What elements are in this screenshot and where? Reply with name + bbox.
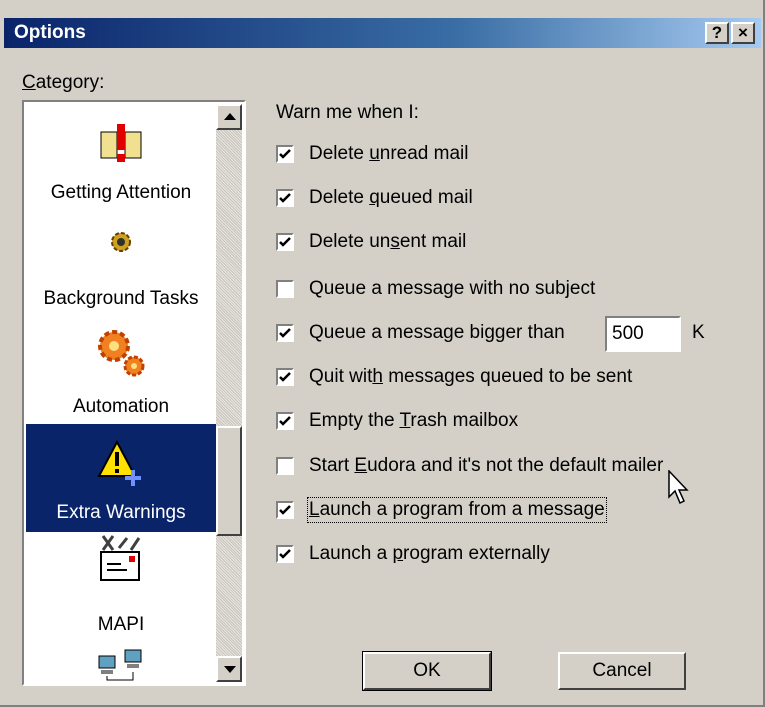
warning-icon: [97, 440, 141, 486]
checkbox[interactable]: [276, 233, 294, 251]
size-limit-input[interactable]: [605, 316, 681, 352]
automation-gears-icon: [98, 330, 145, 377]
options-dialog: Options ? × Category: Getting Attention: [0, 0, 765, 707]
checkbox[interactable]: [276, 324, 294, 342]
category-list[interactable]: Getting Attention Background Tasks Autom: [22, 100, 246, 686]
ok-button[interactable]: OK: [362, 651, 492, 691]
category-item-getting-attention[interactable]: Getting Attention: [26, 104, 216, 212]
window-title: Options: [14, 22, 86, 43]
title-bar: Options ? ×: [4, 18, 761, 48]
category-item-network[interactable]: [26, 644, 216, 682]
category-label: Category:: [22, 72, 105, 93]
cancel-button[interactable]: Cancel: [558, 652, 686, 690]
checkbox[interactable]: [276, 189, 294, 207]
arrow-down-icon: [224, 666, 236, 673]
checkbox[interactable]: [276, 545, 294, 563]
category-item-extra-warnings[interactable]: Extra Warnings: [26, 424, 216, 532]
checkbox[interactable]: [276, 368, 294, 386]
scroll-up-button[interactable]: [216, 104, 242, 130]
checkbox[interactable]: [276, 412, 294, 430]
scroll-down-button[interactable]: [216, 656, 242, 682]
category-item-background-tasks[interactable]: Background Tasks: [26, 214, 216, 320]
mouse-pointer-icon: [668, 470, 689, 505]
network-computers-icon: [98, 649, 142, 681]
mapi-icon: [100, 535, 141, 581]
checkbox[interactable]: [276, 280, 294, 298]
warn-heading: Warn me when I:: [276, 102, 419, 123]
checkbox[interactable]: [276, 145, 294, 163]
category-item-mapi[interactable]: MAPI: [26, 534, 216, 642]
category-item-automation[interactable]: Automation: [26, 322, 216, 428]
close-button[interactable]: ×: [731, 22, 755, 44]
attention-icon: [100, 124, 142, 162]
arrow-up-icon: [224, 113, 236, 120]
checkbox[interactable]: [276, 501, 294, 519]
size-unit-label: K: [692, 322, 705, 343]
help-button[interactable]: ?: [705, 22, 729, 44]
background-tasks-icon: [111, 232, 131, 252]
category-scrollbar[interactable]: [216, 104, 242, 682]
checkbox[interactable]: [276, 457, 294, 475]
scroll-thumb[interactable]: [216, 426, 242, 536]
